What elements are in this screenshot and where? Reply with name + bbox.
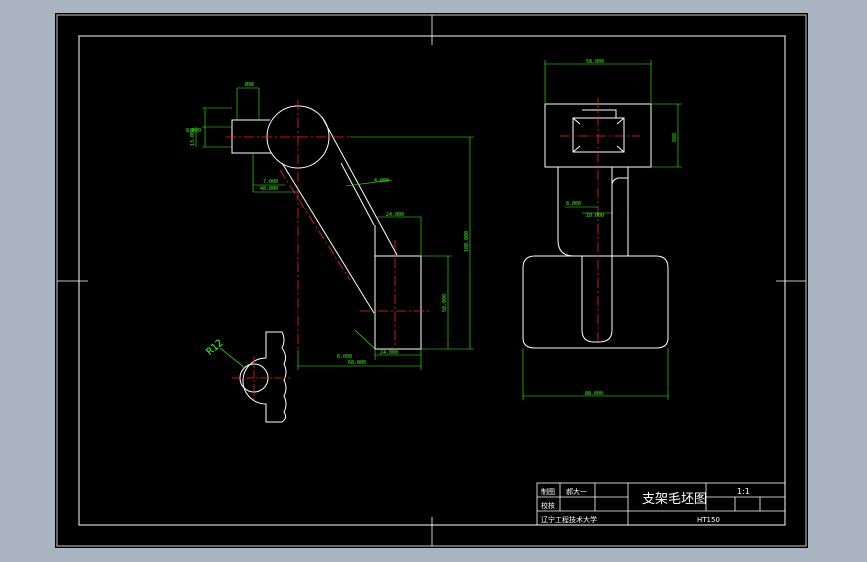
drawing-title: 支架毛坯图 <box>642 492 707 507</box>
dim-offset-x2: 48.000 <box>260 186 278 192</box>
title-drawn-label: 制图 <box>541 487 555 496</box>
drawing-canvas <box>55 13 808 548</box>
dim-angle-thickness: 4.000 <box>374 178 389 184</box>
dim-side-inner-a: 8.000 <box>566 201 581 207</box>
dim-total-width: 68.000 <box>348 360 366 366</box>
dim-side-right-height: 888 <box>672 133 678 142</box>
dim-side-inner-b: 10.000 <box>586 213 604 219</box>
dim-side-top-width: 58.000 <box>586 59 604 65</box>
drawing-scale: 1:1 <box>737 487 750 496</box>
drawing-material: HT150 <box>697 516 720 524</box>
title-checked-label: 校核 <box>541 501 555 510</box>
cad-viewport[interactable]: Ø98 8.000 13.000 7.000 48.000 4.000 24.0… <box>0 0 867 562</box>
school-name: 辽宁工程技术大学 <box>541 515 597 524</box>
dim-offset-x: 7.000 <box>263 179 278 185</box>
dim-left-height-b: 13.000 <box>190 128 196 146</box>
dim-top-width: Ø98 <box>245 81 254 88</box>
dim-block-width-top: 24.000 <box>386 212 404 218</box>
dim-side-bottom-width: 88.000 <box>585 391 603 397</box>
title-drawer-name: 郝大一 <box>566 487 587 496</box>
dim-total-height: 100.000 <box>464 231 470 252</box>
dim-block-height: 50.000 <box>442 294 448 312</box>
dim-block-width-bottom: 24.000 <box>380 350 398 356</box>
